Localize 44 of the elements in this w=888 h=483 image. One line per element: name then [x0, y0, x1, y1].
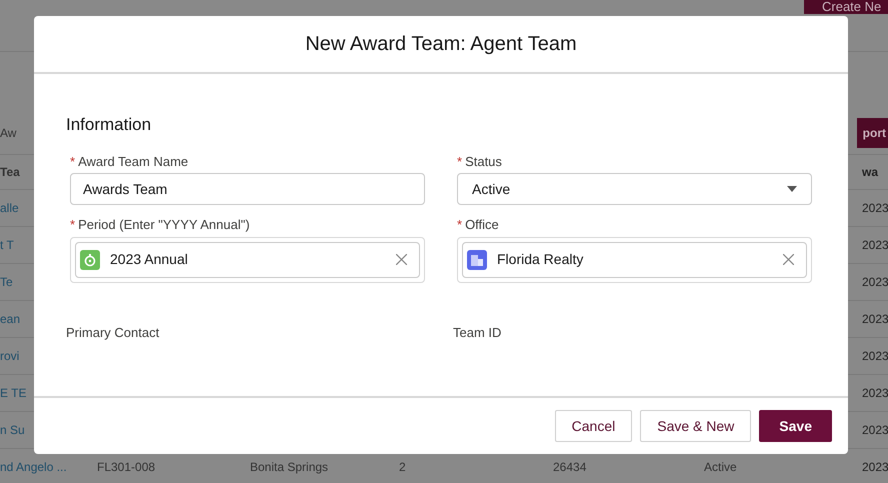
caret-down-icon — [787, 186, 797, 192]
input-field[interactable]: Awards Team — [70, 173, 425, 205]
column-header: wa — [861, 165, 878, 179]
table-cell-text: 2023 — [861, 423, 888, 437]
field-label: Primary Contact — [66, 324, 160, 340]
stopwatch-icon — [80, 250, 100, 270]
required-mark: * — [457, 152, 462, 170]
table-cell: Active — [704, 460, 737, 474]
required-mark: * — [70, 216, 76, 234]
required-mark: * — [70, 152, 76, 170]
lookup-field[interactable]: Florida Realty — [457, 236, 812, 282]
close-icon[interactable] — [396, 254, 407, 265]
table-cell: Bonita Springs — [250, 460, 328, 474]
field-label: Status — [465, 152, 502, 170]
field-label: Office — [465, 216, 499, 234]
field-label: Period (Enter "YYYY Annual") — [78, 216, 250, 234]
building-icon — [467, 250, 487, 270]
lookup-field[interactable]: 2023 Annual — [70, 236, 425, 282]
table-cell-text: 2023 — [861, 460, 888, 474]
secondary-button[interactable]: Cancel — [554, 410, 632, 442]
selected-value: Florida Realty — [497, 250, 584, 269]
create-button[interactable]: Create Ne — [804, 0, 888, 14]
table-cell-text: 2023 — [861, 386, 888, 400]
table-cell: 26434 — [553, 460, 586, 474]
table-cell-text: 2023 — [861, 275, 888, 289]
report-button[interactable]: port — [856, 118, 888, 148]
close-icon[interactable] — [783, 254, 794, 265]
table-cell: FL301-008 — [97, 460, 156, 474]
secondary-button[interactable]: Save & New — [640, 410, 752, 442]
table-cell-text: 2023 — [861, 201, 888, 215]
status-dropdown[interactable]: Active — [457, 173, 812, 205]
table-cell: 2 — [399, 460, 406, 474]
field-label: Award Team Name — [78, 152, 188, 170]
column-header: Tea — [0, 165, 20, 179]
table-cell-text: 2023 — [861, 238, 888, 252]
toolbar-label: Aw — [0, 125, 16, 142]
table-cell-text: 2023 — [861, 312, 888, 326]
modal-title: New Award Team: Agent Team — [305, 32, 577, 57]
field-label: Team ID — [453, 324, 502, 340]
table-cell-text: 2023 — [861, 349, 888, 363]
required-mark: * — [457, 216, 462, 234]
save-button[interactable]: Save — [759, 410, 832, 442]
selected-value: 2023 Annual — [110, 250, 189, 269]
section-heading: Information — [66, 114, 152, 136]
